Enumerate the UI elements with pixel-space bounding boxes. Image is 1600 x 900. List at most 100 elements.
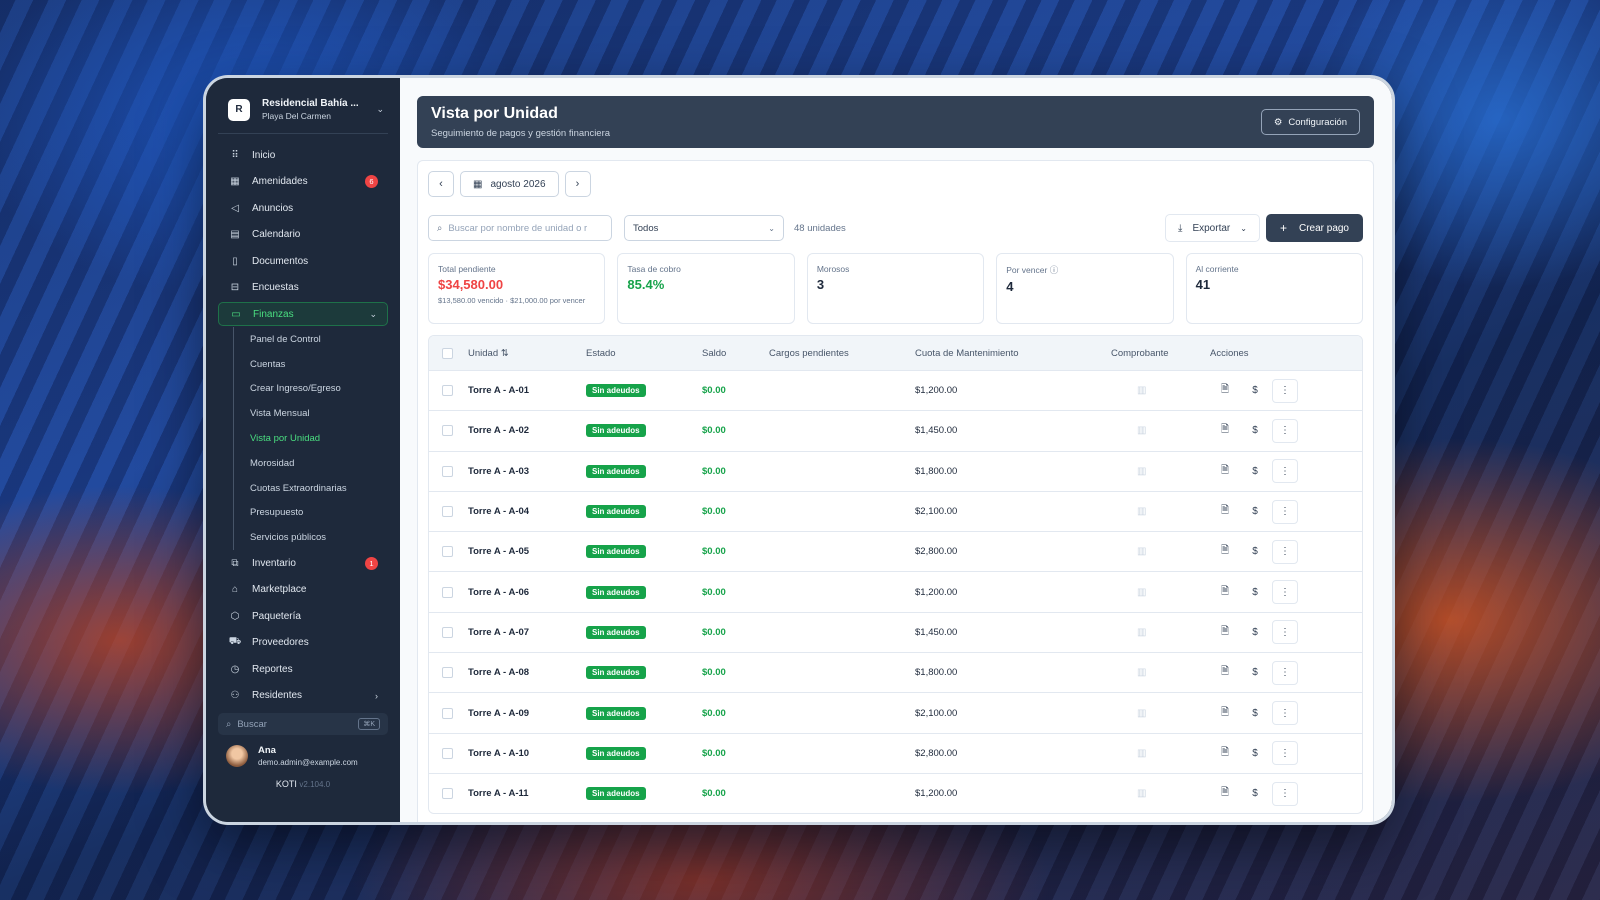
row-checkbox[interactable] <box>442 546 453 558</box>
config-button[interactable]: ⚙ Configuración <box>1260 109 1360 135</box>
table-row[interactable]: Torre A - A-10 Sin adeudos $0.00 $2,800.… <box>429 732 1362 773</box>
org-switcher[interactable]: R Residencial Bahía ... Playa Del Carmen… <box>218 92 388 134</box>
create-payment-button[interactable]: + Crear pago <box>1265 214 1363 242</box>
table-row[interactable]: Torre A - A-06 Sin adeudos $0.00 $1,200.… <box>429 571 1362 612</box>
submenu-item-crear-ingreso[interactable]: Crear Ingreso/Egreso <box>250 377 388 402</box>
receipt-icon[interactable]: ▥ <box>1137 788 1146 799</box>
more-options-icon[interactable]: ⋮ <box>1272 660 1298 685</box>
row-checkbox[interactable] <box>442 425 453 437</box>
info-icon[interactable]: ⓘ <box>1050 265 1059 275</box>
receipt-icon[interactable]: ▥ <box>1137 385 1146 396</box>
dollar-icon[interactable]: $ <box>1240 627 1270 638</box>
document-icon[interactable]: 🗎 <box>1210 543 1240 560</box>
sidebar-item-amenidades[interactable]: ▦ Amenidades 6 <box>218 169 388 196</box>
more-options-icon[interactable]: ⋮ <box>1272 741 1298 766</box>
sidebar-item-residentes[interactable]: ⚇ Residentes › <box>218 683 388 710</box>
table-row[interactable]: Torre A - A-03 Sin adeudos $0.00 $1,800.… <box>429 450 1362 491</box>
more-options-icon[interactable]: ⋮ <box>1272 580 1298 605</box>
user-profile[interactable]: Ana demo.admin@example.com <box>218 735 388 771</box>
table-row[interactable]: Torre A - A-04 Sin adeudos $0.00 $2,100.… <box>429 490 1362 532</box>
period-picker[interactable]: ▦ agosto 2026 <box>460 171 559 197</box>
more-options-icon[interactable]: ⋮ <box>1272 620 1298 645</box>
unit-search-input[interactable]: ⌕ Buscar por nombre de unidad o r <box>428 215 612 241</box>
sidebar-item-calendario[interactable]: ▤ Calendario <box>218 222 388 249</box>
row-checkbox[interactable] <box>442 707 453 719</box>
sidebar-item-marketplace[interactable]: ⌂ Marketplace <box>218 577 388 604</box>
table-row[interactable]: Torre A - A-05 Sin adeudos $0.00 $2,800.… <box>429 531 1362 572</box>
dollar-icon[interactable]: $ <box>1240 708 1270 719</box>
submenu-item-servicios[interactable]: Servicios públicos <box>250 525 388 550</box>
column-header-unidad[interactable]: Unidad ⇅ <box>466 348 586 359</box>
receipt-icon[interactable]: ▥ <box>1137 506 1146 517</box>
more-options-icon[interactable]: ⋮ <box>1272 378 1298 403</box>
document-icon[interactable]: 🗎 <box>1210 463 1240 480</box>
table-row[interactable]: Torre A - A-02 Sin adeudos $0.00 $1,450.… <box>429 410 1362 451</box>
document-icon[interactable]: 🗎 <box>1210 584 1240 601</box>
dollar-icon[interactable]: $ <box>1240 788 1270 799</box>
document-icon[interactable]: 🗎 <box>1210 503 1240 520</box>
sidebar-item-finanzas[interactable]: ▭ Finanzas ⌄ <box>218 302 388 326</box>
dollar-icon[interactable]: $ <box>1240 667 1270 678</box>
row-checkbox[interactable] <box>442 586 453 598</box>
dollar-icon[interactable]: $ <box>1240 748 1270 759</box>
more-options-icon[interactable]: ⋮ <box>1272 418 1298 443</box>
table-row[interactable]: Torre A - A-01 Sin adeudos $0.00 $1,200.… <box>429 370 1362 411</box>
receipt-icon[interactable]: ▥ <box>1137 425 1146 436</box>
sidebar-search[interactable]: ⌕ Buscar ⌘K <box>218 713 388 736</box>
prev-period-button[interactable]: ‹ <box>428 171 454 197</box>
sidebar-item-documentos[interactable]: ▯ Documentos <box>218 248 388 275</box>
receipt-icon[interactable]: ▥ <box>1137 587 1146 598</box>
document-icon[interactable]: 🗎 <box>1210 664 1240 681</box>
document-icon[interactable]: 🗎 <box>1210 785 1240 802</box>
more-options-icon[interactable]: ⋮ <box>1272 781 1298 806</box>
row-checkbox[interactable] <box>442 667 453 679</box>
more-options-icon[interactable]: ⋮ <box>1272 701 1298 726</box>
sidebar-item-anuncios[interactable]: ◁ Anuncios <box>218 195 388 222</box>
submenu-item-presupuesto[interactable]: Presupuesto <box>250 501 388 526</box>
sidebar-item-inicio[interactable]: ⠿ Inicio <box>218 142 388 169</box>
document-icon[interactable]: 🗎 <box>1210 382 1240 399</box>
submenu-item-panel[interactable]: Panel de Control <box>250 327 388 352</box>
document-icon[interactable]: 🗎 <box>1210 745 1240 762</box>
row-checkbox[interactable] <box>442 747 453 759</box>
row-checkbox[interactable] <box>442 626 453 638</box>
status-filter-select[interactable]: Todos ⌄ <box>624 215 784 241</box>
receipt-icon[interactable]: ▥ <box>1137 708 1146 719</box>
table-row[interactable]: Torre A - A-11 Sin adeudos $0.00 $1,200.… <box>429 772 1362 814</box>
table-row[interactable]: Torre A - A-07 Sin adeudos $0.00 $1,450.… <box>429 611 1362 653</box>
receipt-icon[interactable]: ▥ <box>1137 546 1146 557</box>
dollar-icon[interactable]: $ <box>1240 506 1270 517</box>
next-period-button[interactable]: › <box>564 171 591 197</box>
submenu-item-vista-mensual[interactable]: Vista Mensual <box>250 401 388 426</box>
submenu-item-vista-unidad[interactable]: Vista por Unidad <box>250 426 388 451</box>
receipt-icon[interactable]: ▥ <box>1137 667 1146 678</box>
submenu-item-cuotas[interactable]: Cuotas Extraordinarias <box>250 476 388 501</box>
more-options-icon[interactable]: ⋮ <box>1272 499 1298 524</box>
row-checkbox[interactable] <box>442 465 453 477</box>
table-row[interactable]: Torre A - A-09 Sin adeudos $0.00 $2,100.… <box>429 692 1362 733</box>
submenu-item-morosidad[interactable]: Morosidad <box>250 451 388 476</box>
row-checkbox[interactable] <box>442 506 453 518</box>
receipt-icon[interactable]: ▥ <box>1137 748 1146 759</box>
sidebar-item-encuestas[interactable]: ⊟ Encuestas <box>218 275 388 302</box>
dollar-icon[interactable]: $ <box>1240 546 1270 557</box>
receipt-icon[interactable]: ▥ <box>1137 466 1146 477</box>
table-row[interactable]: Torre A - A-08 Sin adeudos $0.00 $1,800.… <box>429 652 1362 693</box>
more-options-icon[interactable]: ⋮ <box>1272 459 1298 484</box>
dollar-icon[interactable]: $ <box>1240 385 1270 396</box>
document-icon[interactable]: 🗎 <box>1210 422 1240 439</box>
more-options-icon[interactable]: ⋮ <box>1272 539 1298 564</box>
document-icon[interactable]: 🗎 <box>1210 624 1240 641</box>
submenu-item-cuentas[interactable]: Cuentas <box>250 352 388 377</box>
dollar-icon[interactable]: $ <box>1240 425 1270 436</box>
dollar-icon[interactable]: $ <box>1240 466 1270 477</box>
row-checkbox[interactable] <box>442 788 453 800</box>
export-button[interactable]: ⤓ Exportar ⌄ <box>1165 214 1260 242</box>
dollar-icon[interactable]: $ <box>1240 587 1270 598</box>
sidebar-item-inventario[interactable]: ⧉ Inventario 1 <box>218 550 388 577</box>
row-checkbox[interactable] <box>442 385 453 397</box>
sidebar-item-proveedores[interactable]: ⛟ Proveedores <box>218 630 388 657</box>
sidebar-item-paqueteria[interactable]: ⬡ Paquetería <box>218 603 388 630</box>
sidebar-item-reportes[interactable]: ◷ Reportes <box>218 656 388 683</box>
receipt-icon[interactable]: ▥ <box>1137 627 1146 638</box>
